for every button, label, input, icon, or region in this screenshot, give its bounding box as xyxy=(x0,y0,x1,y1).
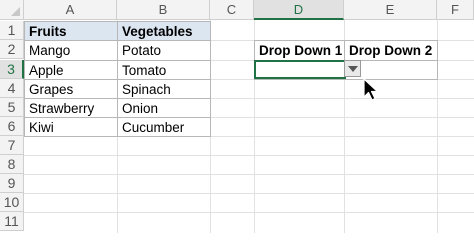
row-header-7[interactable]: 7 xyxy=(0,136,24,155)
mouse-pointer-icon xyxy=(363,78,379,101)
table-cell[interactable]: Strawberry xyxy=(24,98,118,118)
row-header-6[interactable]: 6 xyxy=(0,117,24,136)
table-header-fruits[interactable]: Fruits xyxy=(24,21,118,41)
gridline xyxy=(0,193,474,194)
dropdown-button[interactable] xyxy=(344,60,361,77)
table-cell[interactable]: Spinach xyxy=(117,79,211,99)
row-header-2[interactable]: 2 xyxy=(0,40,24,59)
row-header-11[interactable]: 11 xyxy=(0,212,24,231)
table-cell[interactable]: Onion xyxy=(117,98,211,118)
select-all-corner-icon xyxy=(11,7,20,16)
column-header-c[interactable]: C xyxy=(210,0,254,20)
table-cell[interactable]: Grapes xyxy=(24,79,118,99)
column-header-a[interactable]: A xyxy=(24,0,117,20)
select-all-button[interactable] xyxy=(0,0,24,20)
dropdown-1-header[interactable]: Drop Down 1 xyxy=(254,40,345,61)
table-cell[interactable]: Cucumber xyxy=(117,117,211,137)
gridline xyxy=(0,212,474,213)
gridline xyxy=(0,174,474,175)
row-header-5[interactable]: 5 xyxy=(0,98,24,117)
column-header-b[interactable]: B xyxy=(117,0,210,20)
column-header-d[interactable]: D xyxy=(254,0,344,20)
chevron-down-icon xyxy=(348,66,358,72)
active-cell-outline xyxy=(254,60,346,79)
spreadsheet: A B C D E F 1 2 3 4 5 6 7 8 9 10 11 Frui… xyxy=(0,0,474,233)
row-header-4[interactable]: 4 xyxy=(0,79,24,98)
table-cell[interactable]: Mango xyxy=(24,40,118,61)
table-cell[interactable]: Kiwi xyxy=(24,117,118,137)
row-header-1[interactable]: 1 xyxy=(0,21,24,40)
column-header-e[interactable]: E xyxy=(344,0,437,20)
row-header-10[interactable]: 10 xyxy=(0,193,24,212)
row-header-9[interactable]: 9 xyxy=(0,174,24,193)
gridline xyxy=(0,155,474,156)
dropdown-2-header[interactable]: Drop Down 2 xyxy=(344,40,438,61)
table-header-vegetables[interactable]: Vegetables xyxy=(117,21,211,41)
table-cell[interactable]: Apple xyxy=(24,60,118,80)
row-header-3[interactable]: 3 xyxy=(0,60,24,79)
row-header-8[interactable]: 8 xyxy=(0,155,24,174)
table-cell[interactable]: Potato xyxy=(117,40,211,61)
table-cell[interactable]: Tomato xyxy=(117,60,211,80)
column-header-f[interactable]: F xyxy=(437,0,474,20)
